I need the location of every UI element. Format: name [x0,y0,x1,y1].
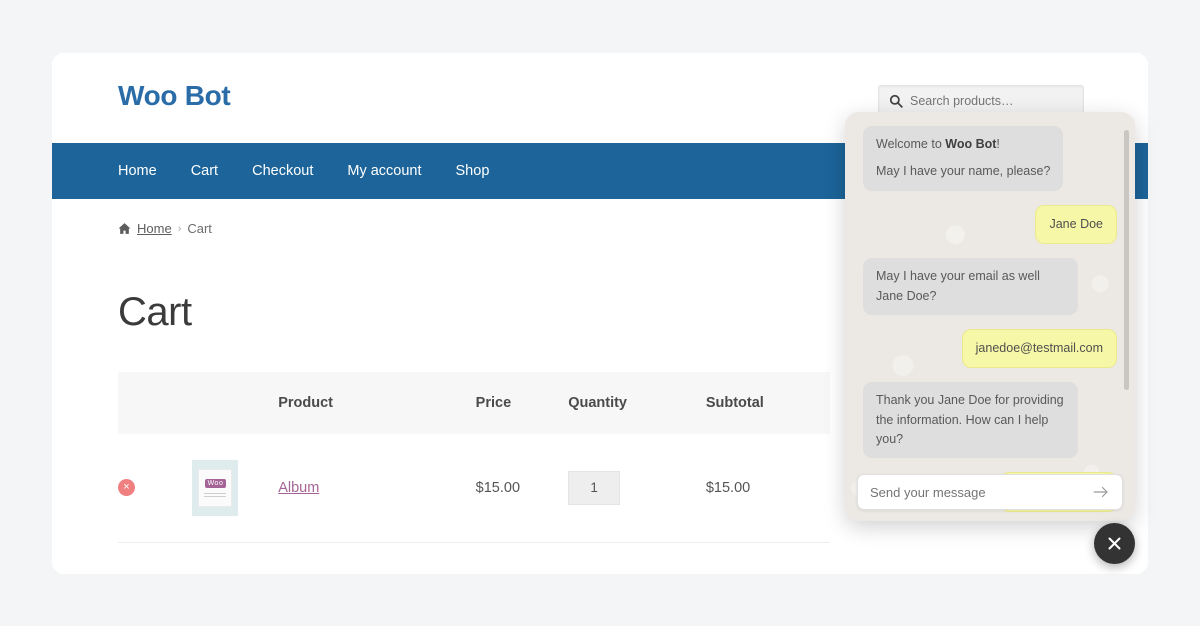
send-arrow-icon[interactable] [1092,483,1110,501]
cell-subtotal [706,542,830,574]
home-icon [118,222,131,235]
cell-price [476,542,569,574]
site-brand: Woo Bot [118,80,230,112]
column-subtotal: Subtotal [706,372,830,434]
nav-item-cart[interactable]: Cart [191,163,218,179]
chat-message-list: Welcome to Woo Bot! May I have your name… [845,112,1135,465]
nav-item-shop[interactable]: Shop [456,163,490,179]
breadcrumb-separator: › [178,223,182,235]
chat-close-button[interactable] [1094,523,1135,564]
remove-item-button[interactable]: × [118,479,135,496]
chat-scrollbar[interactable] [1124,130,1129,390]
nav-item-my-account[interactable]: My account [347,163,421,179]
cell-subtotal: $15.00 [706,434,830,542]
chat-message-input[interactable] [870,485,1092,500]
cart-table-body: × Woo Album $15.00 1 $15 [118,434,830,574]
table-row [118,542,830,574]
cell-product: Album [278,434,475,542]
chat-bubble-bot: Welcome to Woo Bot! May I have your name… [863,126,1063,191]
cell-product [278,542,475,574]
chat-message-bold: Woo Bot [945,137,996,151]
chat-input-container[interactable] [857,474,1123,510]
chat-bubble-bot: May I have your email as well Jane Doe? [863,258,1078,315]
breadcrumb-home-link[interactable]: Home [137,221,172,236]
breadcrumb-current: Cart [187,221,212,236]
chat-bubble-user: Jane Doe [1035,205,1117,244]
product-placeholder-image: Woo [198,469,232,507]
cell-quantity: 1 [568,434,706,542]
column-product: Product [278,372,475,434]
quantity-stepper[interactable]: 1 [568,471,620,505]
placeholder-lines-icon [204,491,226,497]
product-thumbnail[interactable]: Woo [192,460,238,516]
table-row: × Woo Album $15.00 1 $15 [118,434,830,542]
column-quantity: Quantity [568,372,706,434]
cell-price: $15.00 [476,434,569,542]
nav-item-checkout[interactable]: Checkout [252,163,313,179]
cell-thumbnail: Woo [192,434,278,542]
cart-table: Product Price Quantity Subtotal × Woo [118,372,830,574]
close-icon [1107,536,1122,551]
column-price: Price [476,372,569,434]
cell-quantity [568,542,706,574]
search-input[interactable] [910,94,1073,108]
column-thumbnail [192,372,278,434]
column-remove [118,372,192,434]
cell-remove: × [118,434,192,542]
chat-bubble-user: janedoe@testmail.com [962,329,1117,368]
chat-bubble-bot: Thank you Jane Doe for providing the inf… [863,382,1078,458]
cart-table-head: Product Price Quantity Subtotal [118,372,830,434]
chat-widget-panel: Welcome to Woo Bot! May I have your name… [845,112,1135,521]
search-icon [889,94,903,108]
chat-message-line1: Welcome to Woo Bot! [876,137,1000,151]
cell-remove [118,542,192,574]
cart-header-row: Product Price Quantity Subtotal [118,372,830,434]
chat-message-line2: May I have your name, please? [876,164,1050,178]
cell-thumbnail [192,542,278,574]
nav-item-home[interactable]: Home [118,163,157,179]
product-link[interactable]: Album [278,480,319,496]
woo-logo-badge: Woo [205,479,227,488]
